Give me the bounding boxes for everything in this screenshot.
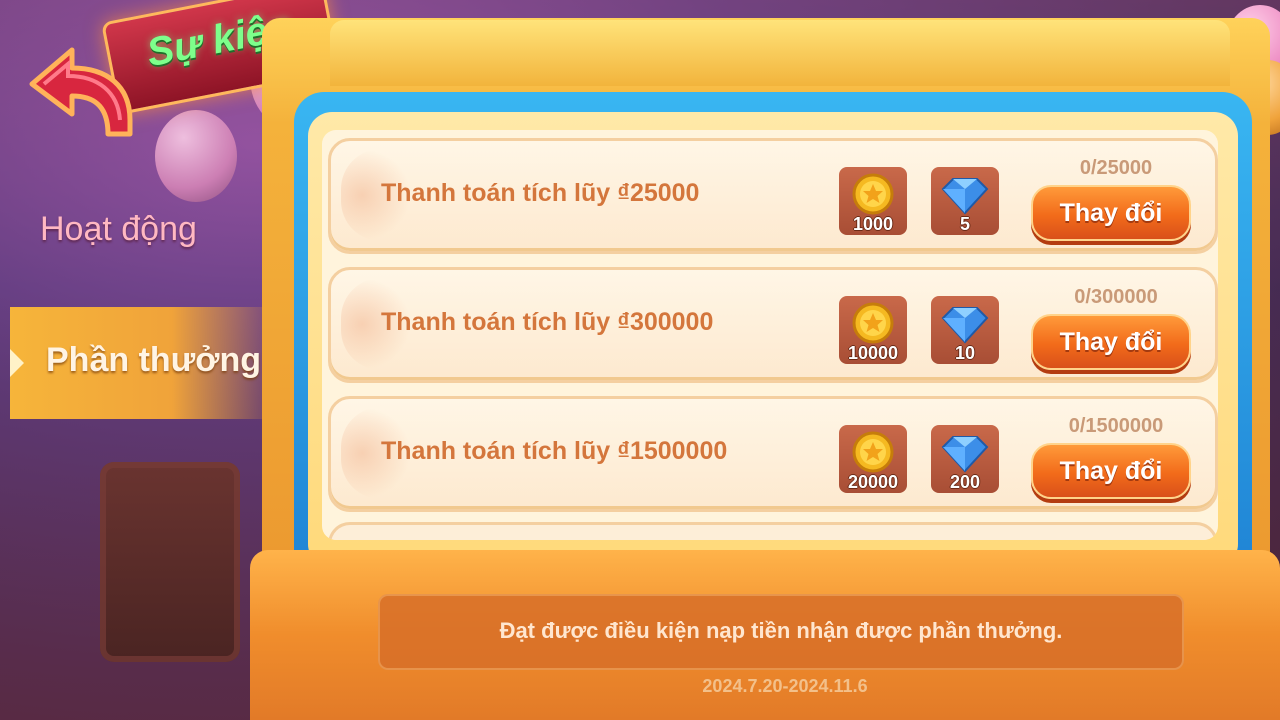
diamond-amount: 200 (949, 472, 981, 492)
coin-icon (852, 173, 894, 215)
back-arrow-icon[interactable] (12, 34, 142, 144)
coin-icon (852, 302, 894, 344)
reward-condition: Thanh toán tích lũy ₫25000 (381, 179, 700, 207)
coin-amount: 1000 (852, 214, 894, 234)
diamond-icon (941, 436, 989, 473)
nav-item-reward[interactable]: Phần thưởng (10, 307, 280, 419)
progress-text: 0/300000 (1074, 286, 1158, 308)
event-date-range: 2024.7.20-2024.11.6 (702, 676, 868, 696)
reward-row: Thanh toán tích lũy ₫300000 10000 10 0/3… (328, 267, 1218, 383)
change-button-label: Thay đổi (1059, 199, 1163, 227)
selected-marker (10, 349, 24, 377)
reward-list[interactable]: Thanh toán tích lũy ₫25000 1000 5 0/2500… (322, 130, 1218, 540)
coin-reward: 20000 (839, 425, 907, 493)
reward-condition: Thanh toán tích lũy ₫300000 (381, 308, 714, 336)
change-button[interactable]: Thay đổi (1031, 443, 1191, 499)
coin-amount: 10000 (847, 343, 899, 363)
diamond-reward: 200 (931, 425, 999, 493)
nav-item-activity[interactable]: Hoạt động (40, 210, 197, 249)
diamond-amount: 5 (959, 214, 970, 234)
change-button-label: Thay đổi (1059, 328, 1163, 356)
diamond-reward: 10 (931, 296, 999, 364)
reward-row-partial (328, 522, 1218, 540)
coin-reward: 1000 (839, 167, 907, 235)
change-button[interactable]: Thay đổi (1031, 314, 1191, 370)
stage-decoration (100, 462, 240, 662)
diamond-icon (941, 178, 989, 215)
progress-text: 0/25000 (1079, 157, 1153, 179)
reward-condition: Thanh toán tích lũy ₫1500000 (381, 437, 728, 465)
notice-text: Đạt được điều kiện nạp tiền nhận được ph… (499, 618, 1063, 643)
frame-top-lip (330, 20, 1230, 86)
nav-item-reward-label: Phần thưởng (46, 341, 261, 379)
diamond-reward: 5 (931, 167, 999, 235)
change-button-label: Thay đổi (1059, 457, 1163, 485)
diamond-amount: 10 (954, 343, 976, 363)
progress-text: 0/1500000 (1068, 415, 1164, 437)
coin-reward: 10000 (839, 296, 907, 364)
coin-amount: 20000 (847, 472, 899, 492)
reward-row: Thanh toán tích lũy ₫1500000 20000 200 0… (328, 396, 1218, 512)
notice-box: Đạt được điều kiện nạp tiền nhận được ph… (378, 594, 1184, 670)
coin-icon (852, 431, 894, 473)
change-button[interactable]: Thay đổi (1031, 185, 1191, 241)
diamond-icon (941, 307, 989, 344)
reward-row: Thanh toán tích lũy ₫25000 1000 5 0/2500… (328, 138, 1218, 254)
